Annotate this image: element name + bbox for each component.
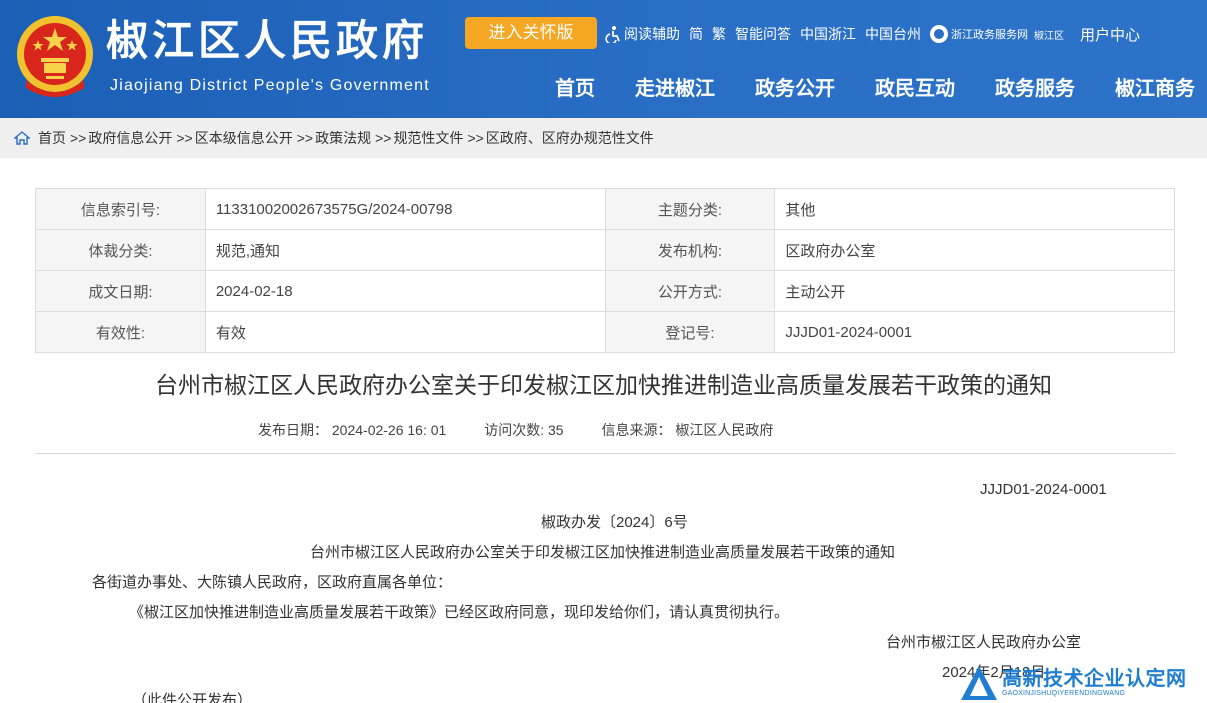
reg-no-label: 登记号: <box>604 311 776 353</box>
disclosure-value: 主动公开 <box>774 270 1175 312</box>
nav-about-jiaojiang[interactable]: 走进椒江 <box>635 76 715 102</box>
breadcrumb-separator: >> <box>70 130 87 146</box>
top-links: 阅读辅助 简 繁 智能问答 中国浙江 中国台州 浙江政务服务网 椒江区 用户中心 <box>604 22 1149 46</box>
simplified-link[interactable]: 简 <box>689 24 703 44</box>
watermark-main: 高新技术企业认定网 <box>1002 668 1187 690</box>
accessibility-icon[interactable] <box>604 25 622 43</box>
doc-number: 椒政办发〔2024〕6号 <box>541 514 688 531</box>
info-table: 信息索引号: 11331002002673575G/2024-00798 主题分… <box>35 188 1175 353</box>
nav-gov-service[interactable]: 政务服务 <box>995 76 1075 102</box>
zhejiang-gov-service-link[interactable]: 浙江政务服务网 椒江区 <box>930 25 1076 43</box>
page-title: 台州市椒江区人民政府办公室关于印发椒江区加快推进制造业高质量发展若干政策的通知 <box>155 373 1052 399</box>
breadcrumb-district-info[interactable]: 区本级信息公开 <box>195 128 293 148</box>
breadcrumb-separator: >> <box>375 130 392 146</box>
china-taizhou-link[interactable]: 中国台州 <box>865 24 921 44</box>
nav-home[interactable]: 首页 <box>555 76 595 102</box>
topic-value: 其他 <box>774 188 1175 230</box>
main-nav: 首页 走进椒江 政务公开 政民互动 政务服务 椒江商务 <box>555 76 1195 102</box>
traditional-link[interactable]: 繁 <box>712 24 726 44</box>
written-date-label: 成文日期: <box>35 270 206 312</box>
disclosure-label: 公开方式: <box>604 270 776 312</box>
genre-value: 规范,通知 <box>204 229 606 271</box>
doc-recipients: 各街道办事处、大陈镇人民政府，区政府直属各单位： <box>92 574 453 591</box>
breadcrumb: 首页 >> 政府信息公开 >> 区本级信息公开 >> 政策法规 >> 规范性文件… <box>0 118 1207 158</box>
index-no-label: 信息索引号: <box>35 188 206 230</box>
watermark-text: 高新技术企业认定网 GAOXINJISHUQIYERENDINGWANG <box>1002 668 1187 697</box>
site-header: 椒江区人民政府 Jiaojiang District People's Gove… <box>0 0 1207 118</box>
topic-label: 主题分类: <box>604 188 776 230</box>
breadcrumb-normative-docs[interactable]: 规范性文件 <box>393 128 463 148</box>
breadcrumb-gov-info[interactable]: 政府信息公开 <box>88 128 172 148</box>
breadcrumb-home[interactable]: 首页 <box>38 128 66 148</box>
validity-label: 有效性: <box>35 311 206 353</box>
publisher-label: 发布机构: <box>604 229 776 271</box>
breadcrumb-separator: >> <box>176 130 193 146</box>
divider <box>35 453 1175 454</box>
nav-interaction[interactable]: 政民互动 <box>875 76 955 102</box>
watermark-logo-icon <box>961 665 997 700</box>
doc-reg-no: JJJD01-2024-0001 <box>980 481 1107 498</box>
publisher-value: 区政府办公室 <box>774 229 1175 271</box>
genre-label: 体裁分类: <box>35 229 206 271</box>
doc-inner-title: 台州市椒江区人民政府办公室关于印发椒江区加快推进制造业高质量发展若干政策的通知 <box>310 544 896 561</box>
user-center-link[interactable]: 用户中心 <box>1080 24 1140 45</box>
reg-no-value: JJJD01-2024-0001 <box>774 311 1175 353</box>
nav-gov-affairs-open[interactable]: 政务公开 <box>755 76 835 102</box>
index-no-value: 11331002002673575G/2024-00798 <box>204 188 606 230</box>
site-title: 椒江区人民政府 <box>106 16 429 65</box>
doc-note: （此件公开发布） <box>132 692 253 703</box>
home-icon[interactable] <box>14 131 30 145</box>
publish-date: 发布日期： 2024-02-26 16: 01 <box>258 422 447 438</box>
reading-aid-link[interactable]: 阅读辅助 <box>624 24 680 44</box>
watermark-sub: GAOXINJISHUQIYERENDINGWANG <box>1002 690 1126 697</box>
breadcrumb-policies[interactable]: 政策法规 <box>315 128 371 148</box>
visit-count: 访问次数: 35 <box>484 422 564 438</box>
zhejiang-gov-logo-icon <box>930 25 948 43</box>
zhejiang-gov-logo-text: 浙江政务服务网 <box>951 28 1028 41</box>
table-row: 成文日期: 2024-02-18 公开方式: 主动公开 <box>35 270 1175 312</box>
doc-meta: 发布日期： 2024-02-26 16: 01 访问次数: 35 信息来源： 椒… <box>258 420 807 440</box>
national-emblem-icon <box>17 16 93 97</box>
table-row: 信息索引号: 11331002002673575G/2024-00798 主题分… <box>35 188 1175 230</box>
china-zhejiang-link[interactable]: 中国浙江 <box>800 24 856 44</box>
smart-qa-link[interactable]: 智能问答 <box>735 24 791 44</box>
site-subtitle: Jiaojiang District People's Government <box>110 77 430 94</box>
nav-commerce[interactable]: 椒江商务 <box>1115 76 1195 102</box>
zhejiang-gov-district: 椒江区 <box>1034 30 1064 42</box>
breadcrumb-separator: >> <box>467 130 484 146</box>
breadcrumb-district-gov-docs[interactable]: 区政府、区府办规范性文件 <box>486 128 654 148</box>
breadcrumb-separator: >> <box>296 130 314 146</box>
info-source: 信息来源： 椒江区人民政府 <box>601 422 774 438</box>
table-row: 有效性: 有效 登记号: JJJD01-2024-0001 <box>35 311 1175 353</box>
written-date-value: 2024-02-18 <box>204 270 606 312</box>
watermark: 高新技术企业认定网 GAOXINJISHUQIYERENDINGWANG <box>960 662 1207 703</box>
care-mode-button[interactable]: 进入关怀版 <box>465 17 597 49</box>
validity-value: 有效 <box>204 311 606 353</box>
table-row: 体裁分类: 规范,通知 发布机构: 区政府办公室 <box>35 229 1175 271</box>
doc-signer: 台州市椒江区人民政府办公室 <box>886 634 1082 651</box>
doc-content: 《椒江区加快推进制造业高质量发展若干政策》已经区政府同意，现印发给你们，请认真贯… <box>129 604 790 621</box>
